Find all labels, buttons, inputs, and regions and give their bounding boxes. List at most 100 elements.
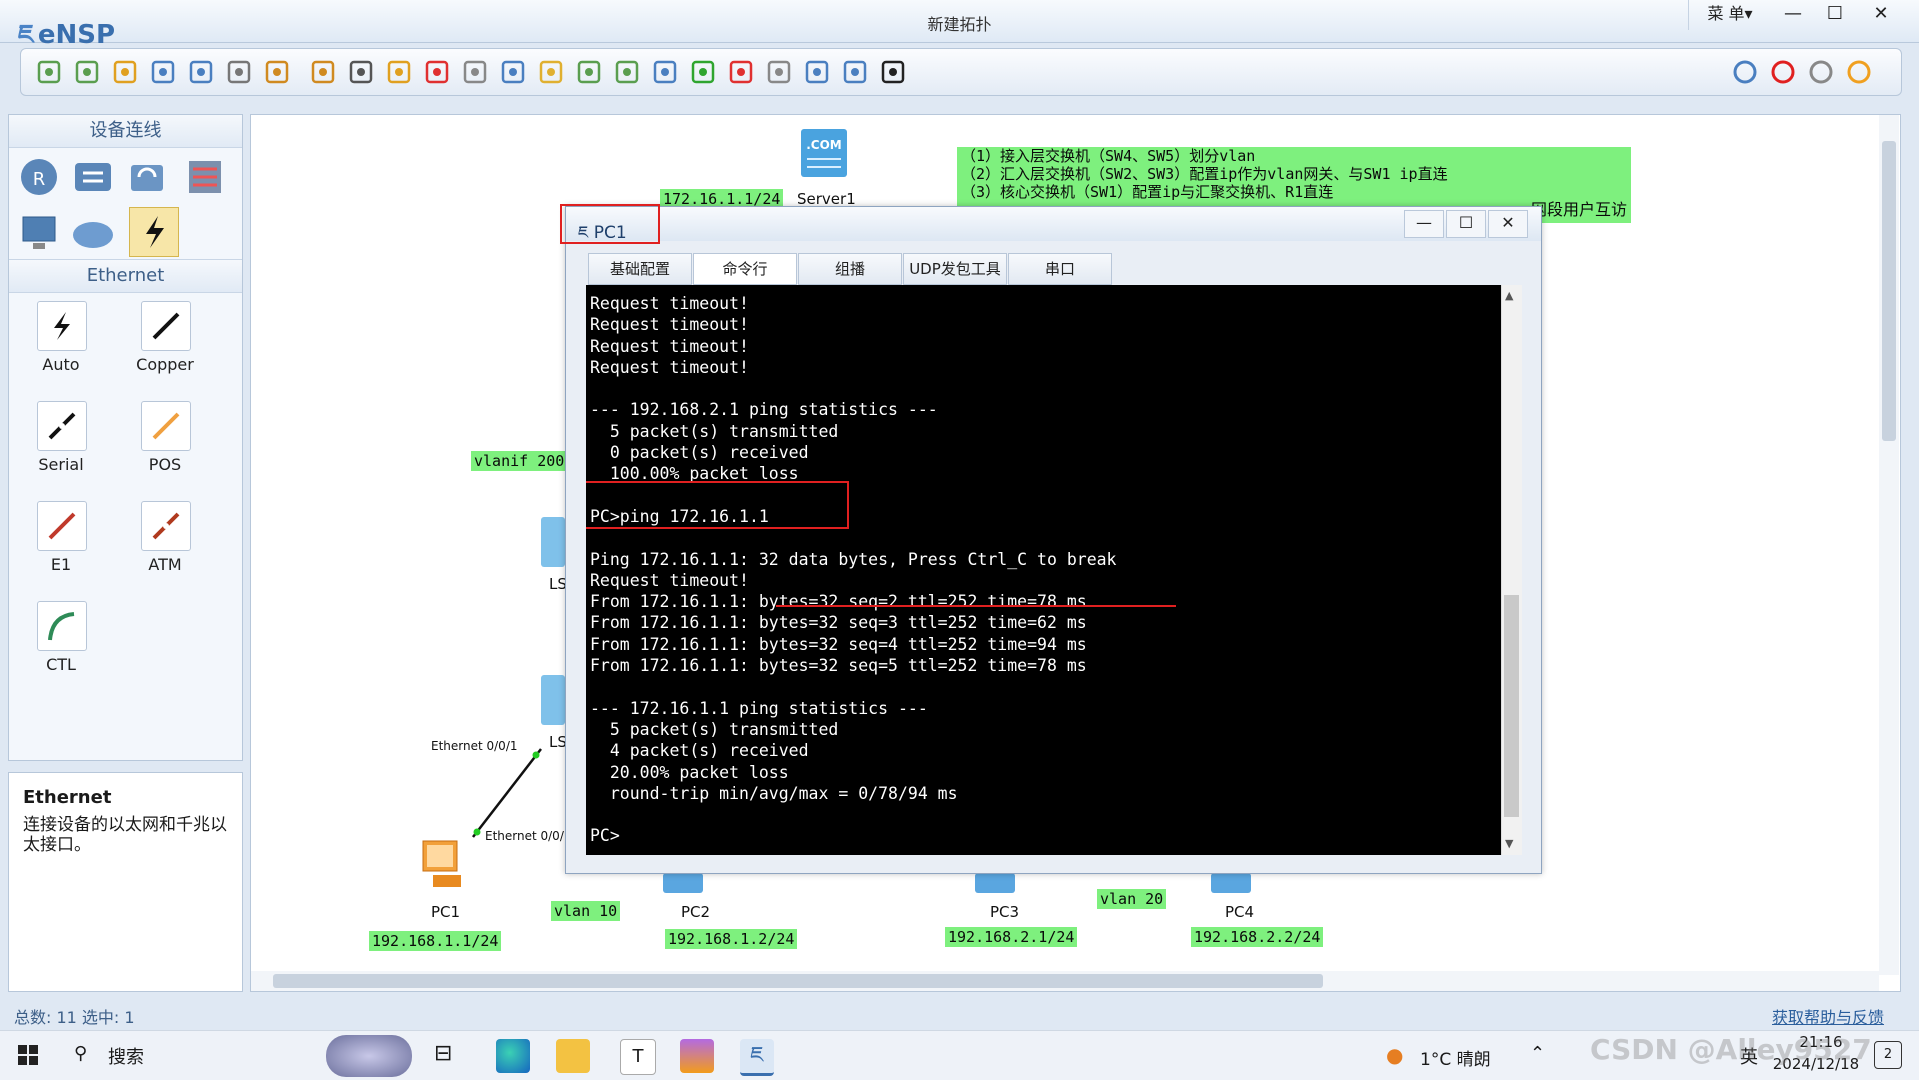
link-label: ATM xyxy=(148,555,182,574)
undo-icon[interactable] xyxy=(263,58,291,86)
pc3-node-icon[interactable] xyxy=(975,873,1015,893)
start-icon[interactable] xyxy=(689,58,717,86)
minimize-button[interactable]: — xyxy=(1770,0,1816,30)
pc-name-label: PC1 xyxy=(431,903,461,921)
highlight-box xyxy=(560,204,660,244)
pc1-node-icon[interactable] xyxy=(413,835,473,891)
help-icon[interactable] xyxy=(1845,58,1873,86)
title-bar: ཇ eNSP 新建拓扑 菜 单▾ — ☐ ✕ xyxy=(0,0,1919,50)
notification-badge[interactable]: 2 xyxy=(1874,1041,1902,1069)
palette-icon[interactable] xyxy=(537,58,565,86)
terminal-output[interactable]: Request timeout! Request timeout! Reques… xyxy=(586,285,1501,855)
windows-start-icon[interactable] xyxy=(18,1045,38,1065)
weather-icon: ● xyxy=(1386,1043,1404,1067)
search-icon[interactable]: ⚲ xyxy=(74,1043,87,1064)
huawei-icon[interactable] xyxy=(1769,58,1797,86)
tab-multicast[interactable]: 组播 xyxy=(798,253,902,285)
file-explorer-icon[interactable] xyxy=(556,1039,590,1073)
chat-icon[interactable] xyxy=(1731,58,1759,86)
capture-icon[interactable] xyxy=(765,58,793,86)
console-title-bar[interactable]: ཇ PC1 — ☐ ✕ xyxy=(566,207,1541,243)
save-icon[interactable] xyxy=(149,58,177,86)
search-highlight-image[interactable] xyxy=(326,1035,412,1077)
horizontal-scrollbar[interactable] xyxy=(251,971,1879,991)
fit-icon[interactable] xyxy=(651,58,679,86)
main-toolbar xyxy=(20,48,1902,96)
delete-link-icon[interactable] xyxy=(461,58,489,86)
print-icon[interactable] xyxy=(225,58,253,86)
pc-ip-label: 192.168.1.2/24 xyxy=(665,929,798,949)
scroll-down-arrow-icon[interactable]: ▼ xyxy=(1505,837,1513,850)
stop-icon[interactable] xyxy=(727,58,755,86)
redo-icon[interactable] xyxy=(309,58,337,86)
pc4-node-icon[interactable] xyxy=(1211,873,1251,893)
menu-button[interactable]: 菜 单▾ xyxy=(1688,0,1771,30)
grid-icon[interactable] xyxy=(841,58,869,86)
pan-icon[interactable] xyxy=(385,58,413,86)
tab-command-line[interactable]: 命令行 xyxy=(693,253,797,285)
tab-serial[interactable]: 串口 xyxy=(1008,253,1112,285)
help-feedback-link[interactable]: 获取帮助与反馈 xyxy=(1772,1004,1884,1028)
maximize-button[interactable]: ☐ xyxy=(1812,0,1858,30)
pc-name-label: PC3 xyxy=(990,903,1020,921)
link-label: POS xyxy=(148,455,182,474)
status-bar: 总数: 11 选中: 1 获取帮助与反馈 xyxy=(0,1000,1919,1028)
console-minimize-button[interactable]: — xyxy=(1404,210,1444,238)
e1-link-icon[interactable] xyxy=(37,501,87,551)
save-as-icon[interactable] xyxy=(187,58,215,86)
console-close-button[interactable]: ✕ xyxy=(1488,210,1528,238)
info-description: 连接设备的以太网和千兆以太接口。 xyxy=(23,815,227,855)
pc-category-icon[interactable] xyxy=(17,211,61,255)
delete-icon[interactable] xyxy=(423,58,451,86)
pc2-node-icon[interactable] xyxy=(663,873,703,893)
atm-link-icon[interactable] xyxy=(141,501,191,551)
scroll-up-arrow-icon[interactable]: ▲ xyxy=(1505,289,1513,302)
weather-text[interactable]: 1°C 晴朗 xyxy=(1420,1045,1491,1070)
topology-icon[interactable] xyxy=(803,58,831,86)
copper-link-icon[interactable] xyxy=(141,301,191,351)
app-icon[interactable] xyxy=(680,1039,714,1073)
open-icon[interactable] xyxy=(111,58,139,86)
scroll-thumb[interactable] xyxy=(273,974,1323,988)
text-editor-icon[interactable]: T xyxy=(620,1039,656,1075)
ensp-taskbar-icon[interactable]: ཇ xyxy=(740,1039,774,1076)
link-label: E1 xyxy=(50,555,72,574)
console-maximize-button[interactable]: ☐ xyxy=(1446,210,1486,238)
auto-link-icon[interactable] xyxy=(37,301,87,351)
info-panel: Ethernet 连接设备的以太网和千兆以太接口。 xyxy=(8,772,243,992)
select-icon[interactable] xyxy=(347,58,375,86)
taskbar-search[interactable]: 搜索 xyxy=(108,1043,144,1069)
tab-basic-config[interactable]: 基础配置 xyxy=(588,253,692,285)
svg-text:.COM: .COM xyxy=(806,138,842,152)
new-project-icon[interactable] xyxy=(73,58,101,86)
scroll-thumb[interactable] xyxy=(1504,595,1519,817)
firewall-category-icon[interactable] xyxy=(183,155,227,199)
terminal-icon[interactable] xyxy=(879,58,907,86)
link-label: Auto xyxy=(42,355,80,374)
pc1-console-window[interactable]: ཇ PC1 — ☐ ✕ 基础配置 命令行 组播 UDP发包工具 串口 Reque… xyxy=(560,204,1542,874)
pos-link-icon[interactable] xyxy=(141,401,191,451)
task-view-icon[interactable]: ⊟ xyxy=(434,1041,452,1066)
tab-udp-tool[interactable]: UDP发包工具 xyxy=(903,253,1007,285)
pc-name-label: PC2 xyxy=(681,903,711,921)
edge-browser-icon[interactable] xyxy=(496,1039,530,1073)
ctl-link-icon[interactable] xyxy=(37,601,87,651)
cloud-category-icon[interactable] xyxy=(71,211,115,255)
zoom-out-icon[interactable] xyxy=(613,58,641,86)
tray-chevron-icon[interactable]: ⌃ xyxy=(1530,1043,1545,1064)
vertical-scrollbar[interactable] xyxy=(1879,115,1899,975)
terminal-scrollbar[interactable]: ▲ ▼ xyxy=(1501,285,1522,855)
new-topology-icon[interactable] xyxy=(35,58,63,86)
close-button[interactable]: ✕ xyxy=(1858,0,1904,30)
server-icon[interactable]: .COM xyxy=(799,127,849,177)
serial-link-icon[interactable] xyxy=(37,401,87,451)
switch-category-icon[interactable] xyxy=(71,155,115,199)
settings-icon[interactable] xyxy=(1807,58,1835,86)
text-icon[interactable] xyxy=(499,58,527,86)
zoom-in-icon[interactable] xyxy=(575,58,603,86)
connection-category-icon[interactable] xyxy=(129,207,179,257)
watermark: CSDN @Alley9527 xyxy=(1590,1033,1872,1066)
wireless-category-icon[interactable] xyxy=(125,155,169,199)
router-category-icon[interactable]: R xyxy=(17,155,61,199)
scroll-thumb[interactable] xyxy=(1882,141,1896,441)
